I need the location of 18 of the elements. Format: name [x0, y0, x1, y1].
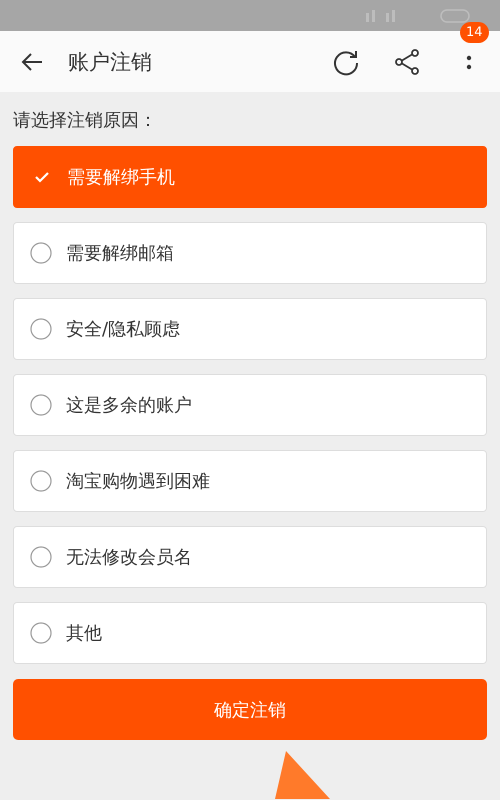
check-icon: [34, 171, 50, 183]
reason-option[interactable]: 其他: [13, 602, 487, 664]
back-arrow-icon[interactable]: [20, 52, 44, 72]
reason-option[interactable]: 这是多余的账户: [13, 374, 487, 436]
radio-icon: [30, 622, 52, 644]
share-icon[interactable]: [394, 48, 420, 74]
reason-option[interactable]: 无法修改会员名: [13, 526, 487, 588]
prompt-text: 请选择注销原因：: [13, 109, 158, 132]
reason-option[interactable]: 安全/隐私顾虑: [13, 298, 487, 360]
radio-icon: [30, 394, 52, 416]
radio-icon: [30, 242, 52, 264]
reason-option[interactable]: 需要解绑邮箱: [13, 222, 487, 284]
radio-icon: [30, 470, 52, 492]
radio-icon: [30, 318, 52, 340]
reason-option[interactable]: 淘宝购物遇到困难: [13, 450, 487, 512]
page-title: 账户注销: [68, 48, 153, 76]
radio-icon: [30, 546, 52, 568]
battery-icon: [440, 8, 470, 22]
